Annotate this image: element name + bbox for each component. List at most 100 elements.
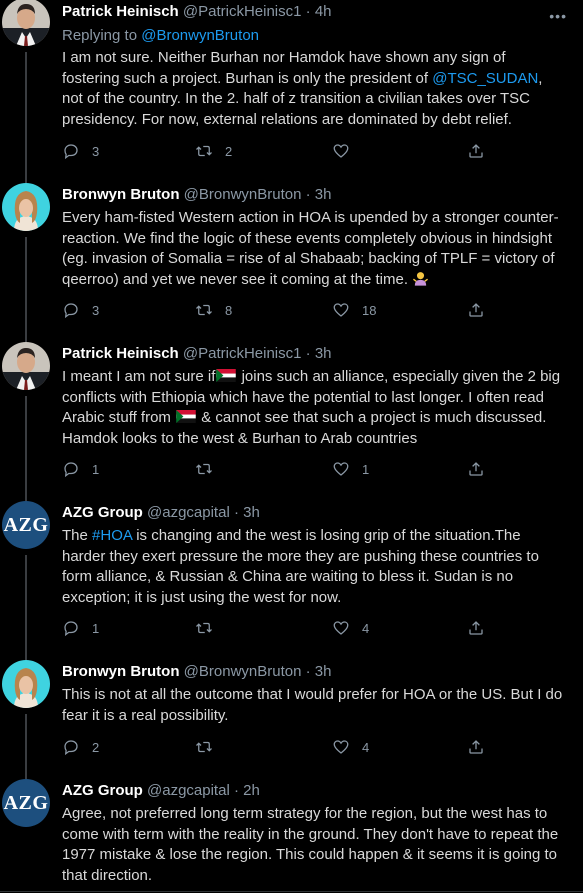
user-handle[interactable]: @azgcapital: [147, 782, 230, 799]
reply-count: 1: [92, 620, 100, 636]
share-icon: [469, 303, 483, 317]
tweet-actions: 3 8 18: [62, 300, 502, 320]
reply-icon: [64, 462, 78, 478]
heart-icon: [333, 621, 349, 635]
tweet-text-part: is changing and the west is losing grip …: [62, 527, 539, 606]
reply-button[interactable]: 1: [62, 618, 99, 638]
separator-dot: ·: [305, 663, 311, 680]
tweet-time[interactable]: 3h: [315, 663, 332, 680]
tweet[interactable]: Bronwyn Bruton @BronwynBruton · 3h This …: [0, 653, 583, 776]
share-button[interactable]: [467, 618, 485, 638]
avatar-azg[interactable]: AZG: [2, 501, 50, 549]
tweet-time[interactable]: 2h: [243, 782, 260, 799]
share-icon: [469, 462, 483, 476]
separator-dot: ·: [305, 345, 311, 362]
retweet-count: 2: [225, 143, 233, 159]
bottom-divider: [0, 891, 583, 892]
sudan-flag-icon: [176, 410, 196, 423]
user-handle[interactable]: @PatrickHeinisc1: [183, 345, 302, 362]
tweet-time[interactable]: 3h: [243, 504, 260, 521]
display-name[interactable]: Bronwyn Bruton: [62, 186, 180, 203]
tweet-header: Bronwyn Bruton @BronwynBruton · 3h: [62, 185, 331, 205]
replying-to-mention[interactable]: @BronwynBruton: [141, 27, 259, 44]
tweet-time[interactable]: 4h: [315, 3, 332, 20]
tweet-header: AZG Group @azgcapital · 2h: [62, 781, 260, 801]
retweet-button[interactable]: [195, 459, 225, 479]
share-button[interactable]: [467, 459, 485, 479]
hashtag-link[interactable]: #HOA: [92, 527, 132, 544]
heart-icon: [333, 144, 349, 158]
retweet-button[interactable]: [195, 737, 225, 757]
tweet[interactable]: AZG AZG Group @azgcapital · 2h Agree, no…: [0, 772, 583, 893]
avatar-azg[interactable]: AZG: [2, 779, 50, 827]
retweet-count: 8: [225, 302, 233, 318]
tweet-time[interactable]: 3h: [315, 345, 332, 362]
share-button[interactable]: [467, 141, 485, 161]
tweet[interactable]: Patrick Heinisch @PatrickHeinisc1 · 4h •…: [0, 0, 583, 175]
like-button[interactable]: 4: [332, 618, 369, 638]
user-handle[interactable]: @BronwynBruton: [184, 663, 302, 680]
tweet-text-part: Every ham-fisted Western action in HOA i…: [62, 209, 559, 288]
tweet-header: AZG Group @azgcapital · 3h: [62, 503, 260, 523]
retweet-icon: [196, 304, 212, 316]
tweet-text: I meant I am not sure if joins such an a…: [62, 367, 567, 449]
reply-button[interactable]: 2: [62, 737, 99, 757]
like-button[interactable]: 1: [332, 459, 369, 479]
display-name[interactable]: Bronwyn Bruton: [62, 663, 180, 680]
replying-to-label: Replying to: [62, 27, 138, 44]
reply-icon: [64, 740, 78, 756]
tweet-time[interactable]: 3h: [315, 186, 332, 203]
display-name[interactable]: AZG Group: [62, 782, 143, 799]
share-button[interactable]: [467, 737, 485, 757]
like-count: 4: [362, 739, 370, 755]
reply-button[interactable]: 3: [62, 300, 99, 320]
tweet[interactable]: Patrick Heinisch @PatrickHeinisc1 · 3h I…: [0, 335, 583, 498]
like-button[interactable]: 4: [332, 737, 369, 757]
reply-button[interactable]: 1: [62, 459, 99, 479]
reply-count: 2: [92, 739, 100, 755]
heart-icon: [333, 303, 349, 317]
like-count: 1: [362, 461, 370, 477]
tweet-header: Bronwyn Bruton @BronwynBruton · 3h: [62, 662, 331, 682]
display-name[interactable]: Patrick Heinisch: [62, 345, 179, 362]
separator-dot: ·: [233, 782, 239, 799]
retweet-button[interactable]: 2: [195, 141, 232, 161]
share-icon: [469, 144, 483, 158]
separator-dot: ·: [233, 504, 239, 521]
retweet-button[interactable]: [195, 618, 225, 638]
user-handle[interactable]: @PatrickHeinisc1: [183, 3, 302, 20]
thread-connector: [25, 175, 27, 183]
user-handle[interactable]: @BronwynBruton: [184, 186, 302, 203]
sudan-flag-icon: [216, 369, 237, 382]
reply-count: 3: [92, 143, 100, 159]
user-handle[interactable]: @azgcapital: [147, 504, 230, 521]
thread-connector: [25, 772, 27, 779]
tweet[interactable]: Bronwyn Bruton @BronwynBruton · 3h Every…: [0, 175, 583, 335]
tweet-header: Patrick Heinisch @PatrickHeinisc1 · 3h: [62, 344, 332, 364]
more-options-icon[interactable]: •••: [549, 8, 567, 24]
avatar-bronwyn[interactable]: [2, 183, 50, 231]
display-name[interactable]: Patrick Heinisch: [62, 3, 179, 20]
tweet-actions: 2 4: [62, 737, 502, 757]
like-button[interactable]: 18: [332, 300, 376, 320]
avatar-patrick[interactable]: [2, 0, 50, 46]
replying-to: Replying to @BronwynBruton: [62, 26, 259, 46]
tweet[interactable]: AZG AZG Group @azgcapital · 3h The #HOA …: [0, 494, 583, 657]
avatar-bronwyn[interactable]: [2, 660, 50, 708]
heart-icon: [333, 462, 349, 476]
reply-count: 3: [92, 302, 100, 318]
tweet-text: I am not sure. Neither Burhan nor Hamdok…: [62, 48, 567, 130]
retweet-icon: [196, 463, 212, 475]
retweet-button[interactable]: 8: [195, 300, 232, 320]
mention-link[interactable]: @TSC_SUDAN: [432, 70, 538, 87]
like-button[interactable]: [332, 141, 362, 161]
reply-icon: [64, 621, 78, 637]
reply-count: 1: [92, 461, 100, 477]
display-name[interactable]: AZG Group: [62, 504, 143, 521]
share-button[interactable]: [467, 300, 485, 320]
tweet-text-part: Agree, not preferred long term strategy …: [62, 805, 559, 884]
heart-icon: [333, 740, 349, 754]
avatar-patrick[interactable]: [2, 342, 50, 390]
reply-button[interactable]: 3: [62, 141, 99, 161]
thread-connector: [25, 335, 27, 342]
